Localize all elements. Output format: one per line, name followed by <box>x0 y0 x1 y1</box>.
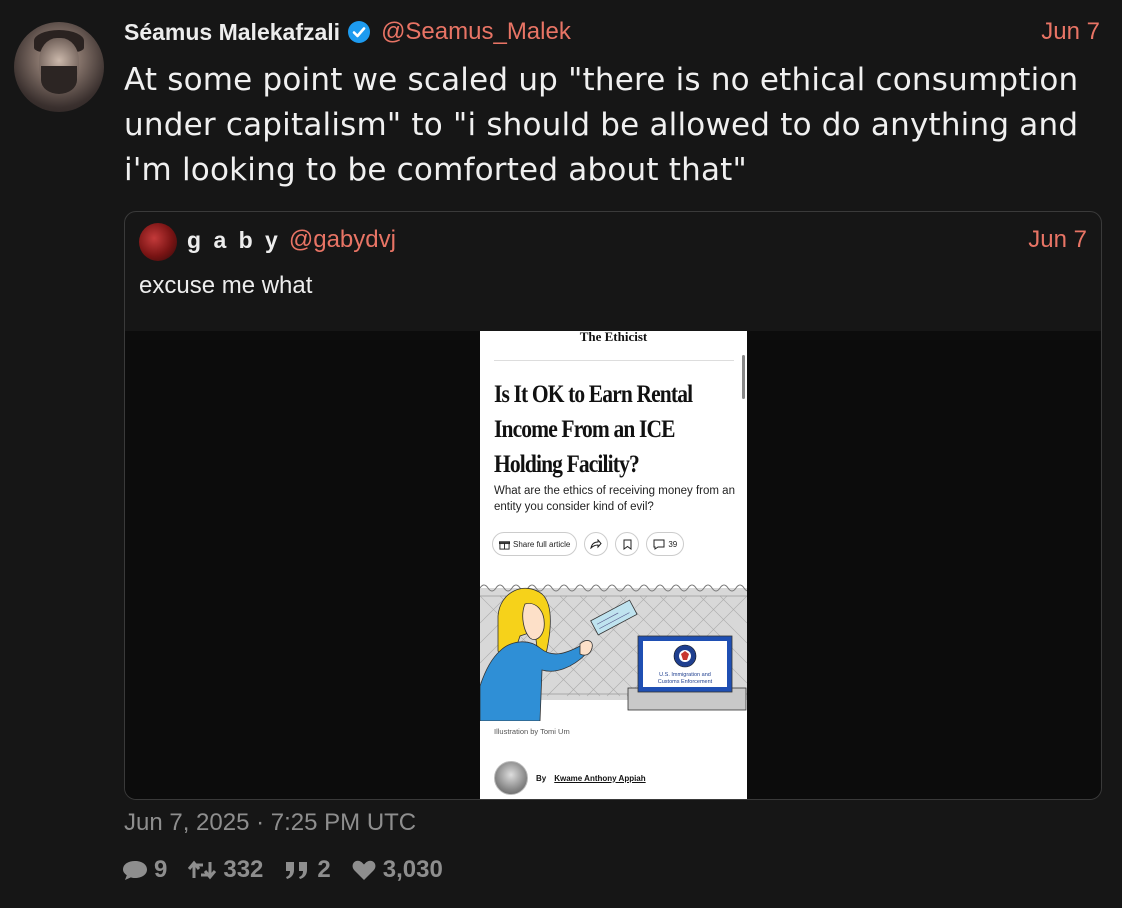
quoted-media[interactable]: The Ethicist Is It OK to Earn Rental Inc… <box>125 331 1101 799</box>
retweets-count: 332 <box>223 856 264 883</box>
comment-count: 39 <box>668 539 678 549</box>
quotes-stat[interactable]: 2 <box>283 856 331 884</box>
likes-count: 3,030 <box>382 856 443 883</box>
article-actions: Share full article 39 <box>492 532 685 556</box>
likes-stat[interactable]: 3,030 <box>351 856 443 884</box>
forward-button[interactable] <box>584 532 609 556</box>
quotes-count: 2 <box>317 856 331 883</box>
forward-arrow-icon <box>590 539 603 549</box>
reply-icon <box>123 861 147 880</box>
byline-prefix: By <box>536 773 547 783</box>
quoted-text: excuse me what <box>139 272 313 299</box>
share-article-button[interactable]: Share full article <box>492 532 578 556</box>
retweets-stat[interactable]: 332 <box>187 856 263 884</box>
quoted-date[interactable]: Jun 7 <box>1028 225 1087 255</box>
verified-badge-icon <box>348 21 371 43</box>
share-article-label: Share full article <box>513 539 571 549</box>
quoted-header: g a b y @gabydvj <box>187 225 396 255</box>
byline-author-link[interactable]: Kwame Anthony Appiah <box>554 774 645 783</box>
article-screenshot[interactable]: The Ethicist Is It OK to Earn Rental Inc… <box>480 331 747 799</box>
author-photo <box>494 761 528 795</box>
ice-sign-line-2: Customs Enforcement <box>658 679 713 685</box>
replies-stat[interactable]: 9 <box>122 856 167 884</box>
quoted-author-handle[interactable]: @gabydvj <box>289 226 396 254</box>
illustration-credit: Illustration by Tomi Um <box>494 727 570 736</box>
article-deck: What are the ethics of receiving money f… <box>494 485 735 513</box>
gift-icon <box>499 540 510 550</box>
article-kicker: The Ethicist <box>579 331 648 344</box>
tweet-timestamp[interactable]: Jun 7, 2025 · 7:25 PM UTC <box>124 809 416 837</box>
tweet-date[interactable]: Jun 7 <box>1041 16 1100 48</box>
article-byline: By Kwame Anthony Appiah <box>494 761 646 795</box>
ice-sign-line-1: U.S. Immigration and <box>659 672 711 678</box>
author-name[interactable]: Séamus Malekafzali <box>124 19 340 46</box>
author-avatar[interactable] <box>14 22 104 112</box>
retweet-icon <box>188 860 217 880</box>
article-divider <box>494 360 734 361</box>
quoted-author-avatar[interactable] <box>139 223 177 261</box>
article-scrollbar <box>742 355 745 399</box>
replies-count: 9 <box>154 856 168 883</box>
avatar-beard <box>41 66 77 94</box>
quoted-tweet[interactable]: g a b y @gabydvj Jun 7 excuse me what Th… <box>124 211 1102 800</box>
tweet-text: At some point we scaled up "there is no … <box>124 62 1079 188</box>
comments-button[interactable]: 39 <box>646 532 685 556</box>
comment-icon <box>653 539 665 550</box>
tweet-stats: 9 332 2 3,030 <box>122 856 443 884</box>
bookmark-icon <box>623 539 632 550</box>
bookmark-button[interactable] <box>615 532 640 556</box>
quoted-author-name[interactable]: g a b y <box>187 227 281 254</box>
article-illustration: U.S. Immigration and Customs Enforcement <box>480 576 747 721</box>
quote-icon <box>286 862 308 879</box>
heart-icon <box>352 860 376 880</box>
tweet-header: Séamus Malekafzali @Seamus_Malek <box>124 16 571 48</box>
article-headline: Is It OK to Earn Rental Income From an I… <box>494 381 693 478</box>
author-handle[interactable]: @Seamus_Malek <box>381 18 571 46</box>
